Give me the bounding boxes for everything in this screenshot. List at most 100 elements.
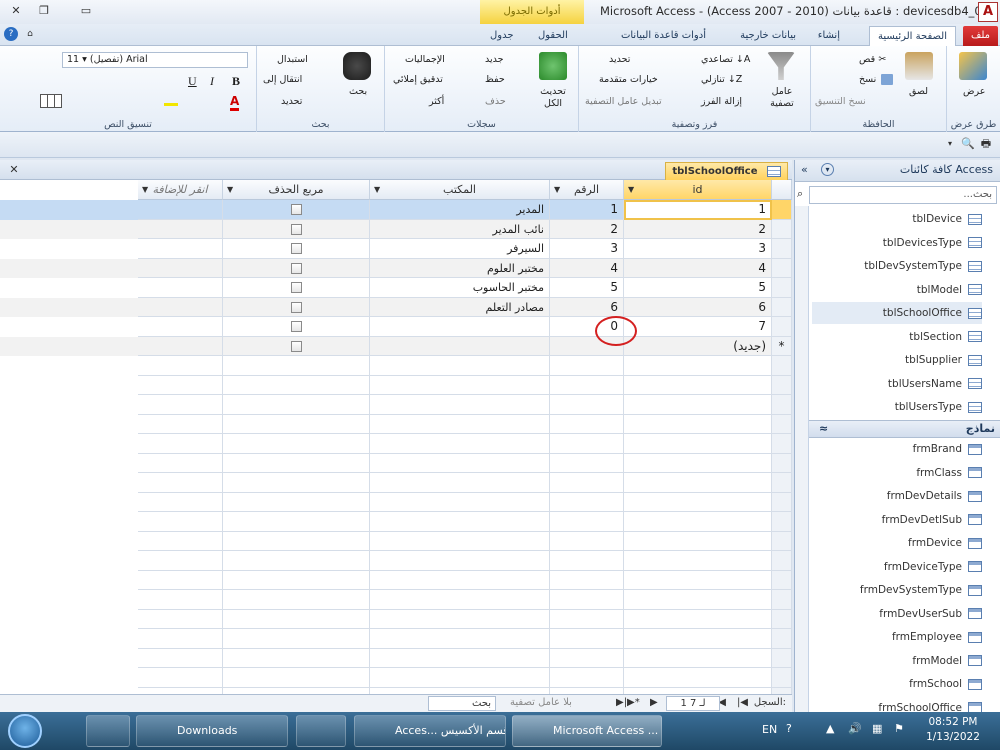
cell-click-to-add[interactable]	[138, 590, 223, 610]
cut-button[interactable]: قص ✂	[859, 54, 886, 65]
row-selector[interactable]	[772, 609, 792, 629]
cell-click-to-add[interactable]	[138, 395, 223, 415]
cell-office[interactable]	[370, 317, 550, 337]
show-hidden-icons[interactable]: ▲	[826, 722, 834, 735]
table-row[interactable]	[0, 434, 792, 454]
table-row[interactable]	[0, 414, 792, 434]
cell-office[interactable]	[370, 453, 550, 473]
cell-office[interactable]	[370, 375, 550, 395]
nav-item-form[interactable]: frmSchool	[812, 673, 982, 695]
checkbox[interactable]	[290, 243, 302, 254]
cell-number[interactable]	[550, 570, 624, 590]
nav-search-input[interactable]: بحث...	[809, 186, 997, 204]
taskbar-app-icon[interactable]	[86, 715, 130, 747]
network-icon[interactable]: ▦	[872, 722, 882, 735]
row-selector[interactable]	[772, 297, 792, 317]
row-selector[interactable]	[772, 570, 792, 590]
checkbox[interactable]	[290, 262, 302, 274]
cell-delete-box[interactable]	[223, 278, 370, 298]
tab-home[interactable]: الصفحة الرئيسية	[869, 26, 956, 46]
cell-id[interactable]	[624, 453, 772, 473]
goto-button[interactable]: انتقال إلى	[263, 74, 302, 85]
refresh-icon[interactable]	[539, 52, 567, 80]
dropdown-arrow-icon[interactable]: ▼	[374, 180, 380, 199]
save-record-button[interactable]: حفظ	[485, 74, 505, 85]
cell-delete-box[interactable]	[223, 492, 370, 512]
nav-item-table[interactable]: tblDevice	[812, 208, 982, 230]
row-selector[interactable]	[772, 551, 792, 571]
cell-id[interactable]	[624, 395, 772, 415]
cell-delete-box[interactable]	[223, 473, 370, 493]
cell-click-to-add[interactable]	[138, 336, 223, 356]
cell-number[interactable]	[550, 492, 624, 512]
nav-item-table[interactable]: tblUsersType	[812, 396, 982, 418]
column-header-id[interactable]: ▼ id	[624, 180, 772, 200]
cell-id[interactable]: 6	[624, 297, 772, 317]
tab-table[interactable]: جدول	[482, 26, 522, 46]
cell-id[interactable]	[624, 414, 772, 434]
taskbar-item-downloads[interactable]: Downloads	[136, 715, 288, 747]
remove-sort-button[interactable]: إزالة الفرز	[701, 96, 742, 107]
row-selector[interactable]	[772, 219, 792, 239]
table-row[interactable]	[0, 570, 792, 590]
collapse-nav-icon[interactable]: «	[801, 163, 808, 176]
view-icon[interactable]	[959, 52, 987, 80]
nav-item-form[interactable]: frmEmployee	[812, 626, 982, 648]
row-selector[interactable]	[772, 492, 792, 512]
cell-delete-box[interactable]	[223, 609, 370, 629]
nav-item-form[interactable]: frmDevDetlSub	[812, 509, 982, 531]
select-all-corner[interactable]	[772, 180, 792, 200]
cell-delete-box[interactable]	[223, 317, 370, 337]
gridlines-icon[interactable]	[40, 94, 62, 108]
cell-office[interactable]	[370, 356, 550, 376]
toggle-filter-button[interactable]: تبديل عامل التصفية	[585, 96, 662, 107]
cell-office[interactable]	[370, 492, 550, 512]
first-record-icon[interactable]: |◀	[737, 697, 748, 708]
minimize-icon[interactable]: ▭	[78, 4, 94, 18]
cell-click-to-add[interactable]	[138, 512, 223, 532]
column-header-click-to-add[interactable]: ▼ انقر للإضافة	[138, 180, 223, 200]
table-row[interactable]: * (جديد)	[0, 336, 792, 356]
new-record-button[interactable]: جديد	[485, 54, 504, 65]
cell-number[interactable]	[550, 648, 624, 668]
tab-create[interactable]: إنشاء	[810, 26, 848, 46]
cell-office[interactable]: مختبر الحاسوب	[370, 278, 550, 298]
cell-click-to-add[interactable]	[138, 648, 223, 668]
cell-click-to-add[interactable]	[138, 414, 223, 434]
cell-id[interactable]	[624, 492, 772, 512]
cell-click-to-add[interactable]	[138, 356, 223, 376]
cell-number[interactable]: 1	[550, 200, 624, 220]
nav-item-form[interactable]: frmClass	[812, 462, 982, 484]
clock[interactable]: 08:52 PM 1/13/2022	[920, 715, 986, 745]
nav-item-form[interactable]: frmBrand	[812, 438, 982, 460]
table-row[interactable]	[0, 453, 792, 473]
select-button[interactable]: تحديد	[281, 96, 302, 107]
cell-delete-box[interactable]	[223, 395, 370, 415]
nav-pane-header[interactable]: « ▾ كافة كائنات Access	[795, 160, 1000, 182]
customize-qat-icon[interactable]: ▾	[942, 137, 958, 151]
cell-delete-box[interactable]	[223, 648, 370, 668]
row-selector[interactable]	[772, 200, 792, 220]
checkbox[interactable]	[290, 301, 302, 313]
column-header-office[interactable]: ▼ المكتب	[370, 180, 550, 200]
cell-number[interactable]: 2	[550, 219, 624, 239]
cell-id[interactable]	[624, 531, 772, 551]
row-selector[interactable]	[772, 629, 792, 649]
cell-number[interactable]	[550, 551, 624, 571]
access-logo-icon[interactable]: A	[978, 2, 998, 22]
cell-click-to-add[interactable]	[138, 629, 223, 649]
bold-button[interactable]: B	[232, 74, 240, 89]
nav-item-table[interactable]: tblSupplier	[812, 349, 982, 371]
cell-click-to-add[interactable]	[138, 609, 223, 629]
cell-id[interactable]: 1	[624, 200, 772, 220]
descending-button[interactable]: تنازلي ↓Z	[701, 74, 742, 85]
cell-delete-box[interactable]	[223, 414, 370, 434]
cell-id[interactable]: 4	[624, 258, 772, 278]
cell-delete-box[interactable]	[223, 258, 370, 278]
cell-id[interactable]	[624, 609, 772, 629]
cell-click-to-add[interactable]	[138, 200, 223, 220]
cell-click-to-add[interactable]	[138, 668, 223, 688]
cell-delete-box[interactable]	[223, 356, 370, 376]
table-row[interactable]	[0, 551, 792, 571]
cell-office[interactable]: مصادر التعلم	[370, 297, 550, 317]
